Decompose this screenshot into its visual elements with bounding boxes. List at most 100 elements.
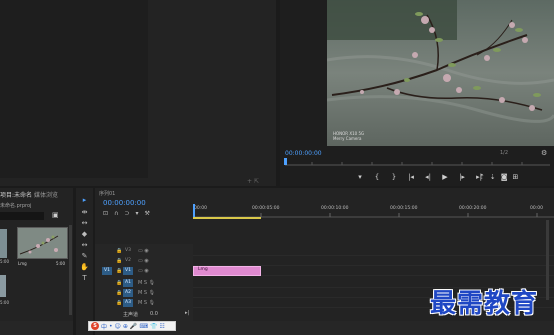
track-name[interactable]: V3: [123, 247, 133, 255]
source-monitor-viewer: [0, 0, 148, 178]
ruler-label: 00:00: [194, 206, 207, 211]
track-toggles[interactable]: M S 🎙: [138, 300, 155, 306]
program-monitor-frame: [327, 0, 554, 146]
timeline-timecode[interactable]: 00:00:00:00: [103, 199, 146, 207]
media-name: Lmg: [18, 261, 27, 266]
button-editor-icon[interactable]: ⊞: [513, 173, 519, 181]
master-volume-value[interactable]: 0.0: [150, 311, 158, 317]
ime-emoji-icon[interactable]: ☺: [115, 323, 121, 330]
ruler-label: 00:00:15:00: [390, 206, 418, 211]
project-footer: [0, 321, 73, 335]
mark-out-icon[interactable]: }: [389, 173, 399, 181]
program-scrub-ruler[interactable]: [282, 158, 552, 168]
track-toggles[interactable]: ▭ ◉: [138, 258, 149, 264]
clip-label: Lmg: [198, 267, 208, 272]
export-frame-icon[interactable]: ◙: [501, 173, 508, 181]
track-lane[interactable]: [193, 246, 554, 256]
ime-menu-icon[interactable]: ☷: [160, 323, 165, 330]
ime-symbol-icon[interactable]: ⊕: [123, 323, 128, 330]
tab-sequence[interactable]: 序列01: [99, 190, 115, 197]
track-name[interactable]: V2: [123, 257, 133, 265]
program-settings-wrench-icon[interactable]: ⚙: [541, 149, 547, 157]
track-name[interactable]: A3: [123, 299, 133, 307]
track-toggles[interactable]: M S 🎙: [138, 290, 155, 296]
ime-mode[interactable]: 中: [101, 322, 107, 331]
pen-tool-icon[interactable]: ✎: [80, 252, 89, 260]
timeline-vertical-scrollbar[interactable]: [546, 220, 549, 300]
lock-icon[interactable]: 🔒: [116, 258, 122, 264]
track-row-v1: V1 🔒 V1 ▭ ◉: [95, 266, 554, 276]
lock-icon[interactable]: 🔒: [116, 268, 122, 274]
work-area-bar[interactable]: [193, 217, 261, 219]
source-export-icon[interactable]: + ⇱: [247, 178, 259, 185]
track-select-tool-icon[interactable]: ⇹: [80, 208, 89, 216]
ruler-label: 00:00:05:00: [252, 206, 280, 211]
project-search-input[interactable]: [0, 212, 44, 220]
ruler-label: 00:00:20:00: [459, 206, 487, 211]
ruler-label: 00:00:10:00: [321, 206, 349, 211]
selection-tool-icon[interactable]: ▸: [80, 196, 89, 204]
camera-watermark-sub: Merry Camera: [333, 136, 362, 141]
media-duration: 5:00: [0, 300, 9, 305]
lift-icon[interactable]: ⇡: [479, 173, 485, 181]
hand-tool-icon[interactable]: ✋: [80, 263, 89, 271]
program-timecode[interactable]: 00:00:00:00: [285, 150, 322, 157]
extract-icon[interactable]: ⇣: [490, 173, 496, 181]
lock-icon[interactable]: 🔒: [116, 290, 122, 296]
playhead[interactable]: [193, 204, 195, 218]
media-thumbnail[interactable]: [0, 229, 7, 258]
program-transport-controls: ▾ { } |◂ ◂| ▶ |▸ ▸|: [355, 173, 484, 181]
program-video-image: [327, 0, 554, 146]
lock-icon[interactable]: 🔒: [116, 300, 122, 306]
track-toggles[interactable]: M S 🎙: [138, 280, 155, 286]
lock-icon[interactable]: 🔒: [116, 248, 122, 254]
media-thumbnail[interactable]: [0, 275, 6, 297]
media-thumbnail-selected[interactable]: [17, 227, 68, 259]
ime-keyboard-icon[interactable]: ⌨: [139, 323, 148, 330]
tab-media-browser[interactable]: 媒体浏览: [34, 190, 58, 199]
type-tool-icon[interactable]: T: [80, 274, 89, 282]
track-toggles[interactable]: ▭ ◉: [138, 268, 149, 274]
program-resolution-select[interactable]: 1/2: [500, 150, 508, 156]
track-row-v2: 🔒 V2 ▭ ◉: [95, 256, 554, 266]
project-scrollbar[interactable]: [69, 225, 72, 315]
step-back-icon[interactable]: ◂|: [423, 173, 433, 181]
media-duration: 5:00: [56, 261, 65, 266]
track-row-v3: 🔒 V3 ▭ ◉: [95, 246, 554, 256]
ime-skin-icon[interactable]: 👕: [150, 323, 157, 330]
thumbnail-image: [18, 228, 67, 258]
ime-logo-icon[interactable]: S: [91, 322, 99, 330]
track-lane[interactable]: [193, 256, 554, 266]
razor-tool-icon[interactable]: ◆: [80, 230, 89, 238]
go-to-in-icon[interactable]: |◂: [406, 173, 416, 181]
play-icon[interactable]: ▶: [440, 173, 450, 181]
linked-selection-icon[interactable]: ⊃: [124, 210, 129, 217]
program-edit-controls: ⇡ ⇣ ◙ ⊞: [479, 173, 518, 181]
track-toggles[interactable]: ▭ ◉: [138, 248, 149, 254]
new-bin-icon[interactable]: ▣: [52, 211, 59, 219]
media-duration: 5:00: [0, 259, 9, 264]
add-marker-icon[interactable]: ▾: [135, 210, 138, 217]
project-file-name: 未命名.prproj: [0, 203, 32, 209]
tab-project[interactable]: 项目:未命名: [0, 190, 32, 199]
ime-voice-icon[interactable]: 🎤: [130, 323, 137, 330]
lock-icon[interactable]: 🔒: [116, 280, 122, 286]
mark-in-icon[interactable]: {: [372, 173, 382, 181]
ime-punctuation-icon[interactable]: •: [109, 323, 113, 330]
nest-sequence-icon[interactable]: ⊡: [103, 210, 108, 217]
slip-tool-icon[interactable]: ↔: [80, 241, 89, 249]
ime-toolbar: S 中 • ☺ ⊕ 🎤 ⌨ 👕 ☷: [88, 321, 176, 331]
step-forward-icon[interactable]: |▸: [457, 173, 467, 181]
add-marker-icon[interactable]: ▾: [355, 173, 365, 181]
track-name[interactable]: V1: [123, 267, 133, 275]
track-name[interactable]: A2: [123, 289, 133, 297]
ripple-edit-tool-icon[interactable]: ↔: [80, 219, 89, 227]
brand-watermark: 最需教育: [430, 289, 539, 319]
master-goto-icon[interactable]: ▸|: [185, 310, 189, 316]
master-track-label: 主声道: [123, 312, 139, 318]
snap-icon[interactable]: ∩: [114, 210, 118, 217]
track-name[interactable]: A1: [123, 279, 133, 287]
source-patch-v1[interactable]: V1: [102, 267, 112, 275]
camera-watermark: HONOR X10 5G Merry Camera: [333, 131, 364, 141]
timeline-settings-wrench-icon[interactable]: ⚒: [144, 210, 149, 217]
